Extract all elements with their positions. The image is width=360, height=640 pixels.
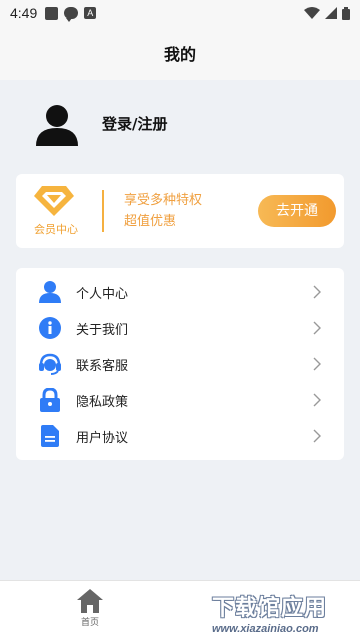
square-icon: [45, 6, 59, 20]
a-icon: A: [84, 7, 97, 19]
lock-icon: [38, 388, 62, 412]
chevron-right-icon: [313, 357, 321, 371]
menu-label: 用户协议: [76, 430, 129, 446]
document-icon: [38, 424, 62, 448]
page-title: 我的: [163, 45, 196, 64]
vip-desc-line1: 享受多种特权: [124, 193, 203, 208]
diamond-icon: [34, 186, 74, 216]
watermark-url-text: www.xiazainiao.com: [212, 623, 319, 635]
menu-item-about-us[interactable]: 关于我们: [16, 310, 344, 346]
headset-icon: [38, 352, 62, 376]
info-icon: [38, 316, 62, 340]
menu-item-privacy-policy[interactable]: 隐私政策: [16, 382, 344, 418]
chevron-right-icon: [313, 321, 321, 335]
wifi-icon: [304, 7, 320, 19]
battery-icon: [342, 6, 350, 20]
watermark-logo: 下载馆应用 www.xiazainiao.com: [212, 590, 358, 638]
menu-item-personal-center[interactable]: 个人中心: [16, 274, 344, 310]
menu-label: 关于我们: [76, 322, 129, 338]
menu-list: 个人中心 关于我们 联系客服 隐私政策 用户协议: [16, 268, 344, 460]
vip-center-label: 会员中心: [34, 223, 78, 236]
status-bar: 4:49 A: [0, 0, 360, 26]
status-notification-icons: A: [45, 6, 97, 22]
chevron-right-icon: [313, 285, 321, 299]
login-register-link[interactable]: 登录/注册: [102, 113, 167, 134]
chevron-right-icon: [313, 429, 321, 443]
vip-divider: [102, 190, 104, 232]
vip-desc-line2: 超值优惠: [124, 214, 177, 229]
app-header: 我的: [0, 26, 360, 80]
message-icon: [64, 7, 79, 22]
home-icon: [77, 589, 103, 613]
tab-home[interactable]: 首页: [70, 589, 110, 635]
menu-label: 联系客服: [76, 358, 129, 374]
menu-label: 隐私政策: [76, 394, 129, 410]
signal-icon: [325, 7, 337, 19]
chevron-right-icon: [313, 393, 321, 407]
status-time: 4:49: [10, 5, 38, 21]
watermark-main-text: 下载馆应用: [212, 596, 328, 621]
avatar-person-icon[interactable]: [36, 104, 78, 146]
tab-home-label: 首页: [80, 618, 99, 628]
vip-description: 享受多种特权 超值优惠: [124, 190, 202, 232]
open-vip-button[interactable]: 去开通: [258, 195, 336, 227]
profile-section[interactable]: 登录/注册: [0, 80, 360, 170]
vip-card: 会员中心 享受多种特权 超值优惠 去开通: [16, 174, 344, 248]
menu-item-user-agreement[interactable]: 用户协议: [16, 418, 344, 454]
status-system-icons: [304, 6, 350, 20]
menu-item-contact-support[interactable]: 联系客服: [16, 346, 344, 382]
menu-label: 个人中心: [76, 286, 129, 302]
user-icon: [38, 280, 62, 304]
